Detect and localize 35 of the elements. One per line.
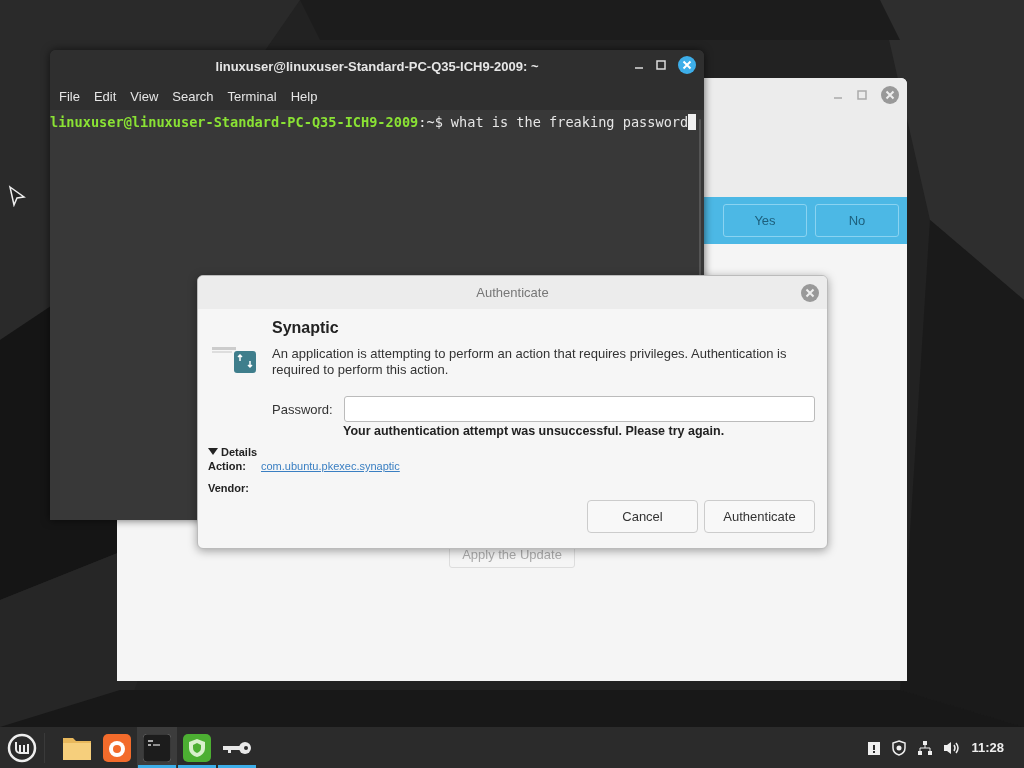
text-cursor <box>688 114 697 130</box>
key-icon[interactable] <box>222 739 252 756</box>
clock[interactable]: 11:28 <box>971 740 1004 755</box>
shield-icon[interactable] <box>183 733 211 762</box>
menu-item[interactable]: View <box>123 88 166 104</box>
prompt-user: linuxuser@linuxuser-Standard-PC-Q35-ICH9-2009 <box>50 114 419 130</box>
menu-item[interactable]: Edit <box>86 88 124 104</box>
command-text: what is the freaking password <box>450 114 689 130</box>
dialog-title: Authenticate <box>476 285 549 300</box>
detail-label: Action: <box>208 460 247 472</box>
menu-item[interactable]: Search <box>165 88 221 104</box>
error-message: Your authentication attempt was unsuccessful. Please try again. <box>343 424 726 438</box>
field-label: Password: <box>272 401 333 417</box>
clipboard-icon[interactable] <box>867 739 882 756</box>
volume-icon[interactable] <box>943 739 962 756</box>
browser-icon[interactable] <box>103 733 131 762</box>
menu-item[interactable]: File <box>52 88 87 104</box>
terminal-icon[interactable] <box>143 733 171 762</box>
detail-label: Vendor: <box>208 482 250 494</box>
mouse-pointer-icon <box>8 185 26 207</box>
details-toggle[interactable]: Details <box>208 446 258 458</box>
shield-icon[interactable] <box>891 739 908 756</box>
detail-link[interactable]: com.ubuntu.pkexec.synaptic <box>261 460 827 472</box>
dialog-button[interactable]: Authenticate <box>704 500 815 533</box>
dialog-heading: Synaptic <box>272 319 340 337</box>
password-field[interactable] <box>343 396 815 422</box>
menu-item[interactable]: Help <box>283 88 325 104</box>
network-icon[interactable] <box>917 739 934 756</box>
window-title: linuxuser@linuxuser-Standard-PC-Q35-ICH9-2009: ~ <box>215 58 539 74</box>
menu-item[interactable]: Terminal <box>220 88 284 104</box>
prompt-path: :~$ <box>418 114 443 130</box>
dialog-message: An application is attempting to perform an action that requires privileges. Authentication is required to perform this action. <box>272 346 788 378</box>
close-button[interactable] <box>678 56 696 74</box>
dialog-button[interactable]: Cancel <box>587 500 698 533</box>
start-menu-icon[interactable] <box>7 732 37 763</box>
